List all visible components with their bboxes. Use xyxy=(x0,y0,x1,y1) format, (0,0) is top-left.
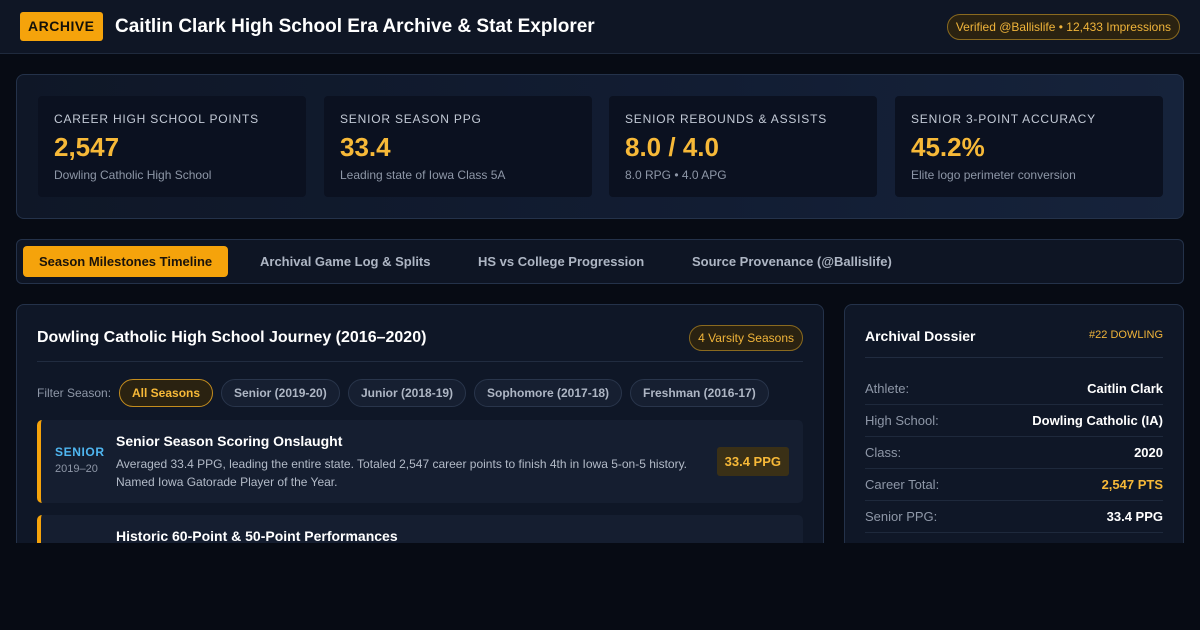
milestone-description: Averaged 33.4 PPG, leading the entire st… xyxy=(116,457,688,489)
stat-subtext: 8.0 RPG • 4.0 APG xyxy=(625,168,727,182)
tab-season-milestones[interactable]: Season Milestones Timeline xyxy=(23,246,229,277)
journey-panel: Dowling Catholic High School Journey (20… xyxy=(16,304,824,564)
dossier-row-senior-ppg: Senior PPG: 33.4 PPG xyxy=(865,501,1163,533)
stat-subtext: Leading state of Iowa Class 5A xyxy=(340,168,506,182)
stat-label: SENIOR REBOUNDS & ASSISTS xyxy=(625,112,828,126)
stat-value: 33.4 xyxy=(340,132,391,162)
filter-chip-senior[interactable]: Senior (2019-20) xyxy=(221,379,340,407)
milestone-title: Historic 60-Point & 50-Point Performance… xyxy=(116,528,398,544)
dossier-value: 2,547 PTS xyxy=(1101,477,1163,492)
tab-source-provenance[interactable]: Source Provenance (@Ballislife) xyxy=(676,246,908,277)
stat-card-rebounds-assists: SENIOR REBOUNDS & ASSISTS 8.0 / 4.0 8.0 … xyxy=(609,96,877,197)
tab-bar: Season Milestones Timeline Archival Game… xyxy=(16,239,1184,284)
dossier-row-high-school: High School: Dowling Catholic (IA) xyxy=(865,405,1163,437)
stat-subtext: Elite logo perimeter conversion xyxy=(911,168,1076,182)
dossier-key: Athlete: xyxy=(865,381,910,396)
dossier-row-athlete: Athlete: Caitlin Clark xyxy=(865,373,1163,405)
archival-dossier-panel: Archival Dossier #22 DOWLING Athlete: Ca… xyxy=(844,304,1184,564)
milestone-season: SENIOR xyxy=(55,445,105,459)
stat-value: 8.0 / 4.0 xyxy=(625,132,719,162)
filter-chip-all[interactable]: All Seasons xyxy=(119,379,214,407)
stat-label: CAREER HIGH SCHOOL POINTS xyxy=(54,112,259,126)
tab-hs-vs-college[interactable]: HS vs College Progression xyxy=(462,246,660,277)
tab-game-log[interactable]: Archival Game Log & Splits xyxy=(244,246,447,277)
journey-title: Dowling Catholic High School Journey (20… xyxy=(37,329,427,346)
archive-badge: ARCHIVE xyxy=(20,12,103,41)
dossier-key: Senior PPG: xyxy=(865,509,938,524)
filter-label: Filter Season: xyxy=(37,386,112,400)
dossier-row-career-total: Career Total: 2,547 PTS xyxy=(865,469,1163,501)
filter-chip-sophomore[interactable]: Sophomore (2017-18) xyxy=(474,379,623,407)
dossier-key: Class: xyxy=(865,445,902,460)
milestone-title: Senior Season Scoring Onslaught xyxy=(116,433,343,449)
dossier-value: Caitlin Clark xyxy=(1087,381,1163,396)
dossier-value: 33.4 PPG xyxy=(1106,509,1163,524)
divider xyxy=(865,357,1163,358)
stat-value: 45.2% xyxy=(911,132,985,162)
filter-chip-junior[interactable]: Junior (2018-19) xyxy=(348,379,467,407)
stat-label: SENIOR 3-POINT ACCURACY xyxy=(911,112,1096,126)
dossier-value: Dowling Catholic (IA) xyxy=(1032,413,1163,428)
dossier-key: Career Total: xyxy=(865,477,940,492)
milestone-stat-badge: 33.4 PPG xyxy=(716,447,789,476)
filter-chip-freshman[interactable]: Freshman (2016-17) xyxy=(630,379,769,407)
dossier-value: 2020 xyxy=(1134,445,1163,460)
dossier-title: Archival Dossier xyxy=(865,328,976,344)
viewport-cutoff xyxy=(0,543,1200,630)
top-bar: ARCHIVE Caitlin Clark High School Era Ar… xyxy=(0,0,1200,54)
stat-card-career-points: CAREER HIGH SCHOOL POINTS 2,547 Dowling … xyxy=(38,96,306,197)
stat-label: SENIOR SEASON PPG xyxy=(340,112,482,126)
dossier-key: High School: xyxy=(865,413,939,428)
page-title: Caitlin Clark High School Era Archive & … xyxy=(115,16,595,37)
stat-value: 2,547 xyxy=(54,132,120,162)
verification-badge: Verified @Ballislife • 12,433 Impression… xyxy=(946,14,1180,40)
milestone-years: 2019–20 xyxy=(55,463,98,475)
stats-panel: CAREER HIGH SCHOOL POINTS 2,547 Dowling … xyxy=(16,74,1184,219)
stat-card-three-point: SENIOR 3-POINT ACCURACY 45.2% Elite logo… xyxy=(895,96,1163,197)
varsity-seasons-badge: 4 Varsity Seasons xyxy=(689,325,803,351)
milestone-card[interactable]: SENIOR 2019–20 Senior Season Scoring Ons… xyxy=(37,420,803,503)
stat-card-senior-ppg: SENIOR SEASON PPG 33.4 Leading state of … xyxy=(324,96,592,197)
dossier-row-class: Class: 2020 xyxy=(865,437,1163,469)
jersey-tag: #22 DOWLING xyxy=(1089,329,1163,341)
divider xyxy=(37,361,803,362)
stat-subtext: Dowling Catholic High School xyxy=(54,168,212,182)
